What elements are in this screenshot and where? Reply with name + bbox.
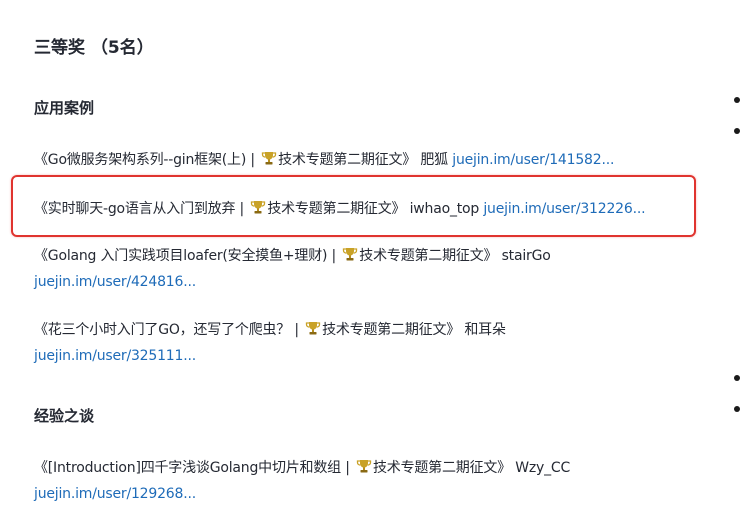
entry-author-link[interactable]: juejin.im/user/312226... bbox=[483, 201, 645, 217]
list-item: 《Golang 入门实践项目loafer(安全摸鱼+理财) | 技术专题第二期征… bbox=[34, 243, 694, 295]
entry-author-link[interactable]: juejin.im/user/129268... bbox=[34, 486, 196, 502]
trophy-icon bbox=[305, 322, 321, 335]
entry-author: iwhao_top bbox=[409, 201, 480, 217]
entry-title: 《Golang 入门实践项目loafer(安全摸鱼+理财) | bbox=[34, 248, 341, 264]
entry-tag: 技术专题第二期征文》 bbox=[278, 152, 417, 168]
sidebar-bullet bbox=[734, 97, 740, 103]
entry-tag: 技术专题第二期征文》 bbox=[322, 322, 461, 338]
entry-author: Wzy_CC bbox=[515, 460, 571, 476]
list-item-highlighted: 《实时聊天-go语言从入门到放弃 | 技术专题第二期征文》 iwhao_top … bbox=[34, 196, 694, 222]
entry-title: 《[Introduction]四千字浅谈Golang中切片和数组 | bbox=[34, 460, 354, 476]
entry-title: 《实时聊天-go语言从入门到放弃 | bbox=[34, 201, 249, 217]
sidebar-bullet bbox=[734, 128, 740, 134]
sidebar-bullet bbox=[734, 406, 740, 412]
entry-title: 《花三个小时入门了GO，还写了个爬虫？ | bbox=[34, 322, 304, 338]
trophy-icon bbox=[261, 152, 277, 165]
section-title: 三等奖 （5名） bbox=[34, 38, 154, 58]
entry-tag: 技术专题第二期征文》 bbox=[267, 201, 406, 217]
entry-author: 肥狐 bbox=[420, 152, 448, 168]
list-item: 《花三个小时入门了GO，还写了个爬虫？ | 技术专题第二期征文》 和耳朵 juej… bbox=[34, 317, 694, 369]
entry-tag: 技术专题第二期征文》 bbox=[372, 460, 511, 476]
sidebar-bullet bbox=[734, 375, 740, 381]
entry-author-link[interactable]: juejin.im/user/424816... bbox=[34, 274, 196, 290]
trophy-icon bbox=[343, 248, 358, 261]
trophy-icon bbox=[356, 460, 372, 473]
category-heading-application: 应用案例 bbox=[34, 99, 95, 117]
list-item: 《Go微服务架构系列--gin框架(上) | 技术专题第二期征文》 肥狐 jue… bbox=[34, 147, 694, 173]
entry-author: stairGo bbox=[501, 248, 551, 264]
entry-author-link[interactable]: juejin.im/user/325111... bbox=[34, 348, 196, 364]
entry-title: 《Go微服务架构系列--gin框架(上) | bbox=[34, 152, 260, 168]
trophy-icon bbox=[251, 201, 266, 214]
category-heading-experience: 经验之谈 bbox=[34, 407, 95, 425]
entry-author: 和耳朵 bbox=[464, 322, 506, 338]
entry-author-link[interactable]: juejin.im/user/141582... bbox=[452, 152, 614, 168]
entry-tag: 技术专题第二期征文》 bbox=[359, 248, 498, 264]
list-item: 《[Introduction]四千字浅谈Golang中切片和数组 | 技术专题第… bbox=[34, 455, 694, 507]
